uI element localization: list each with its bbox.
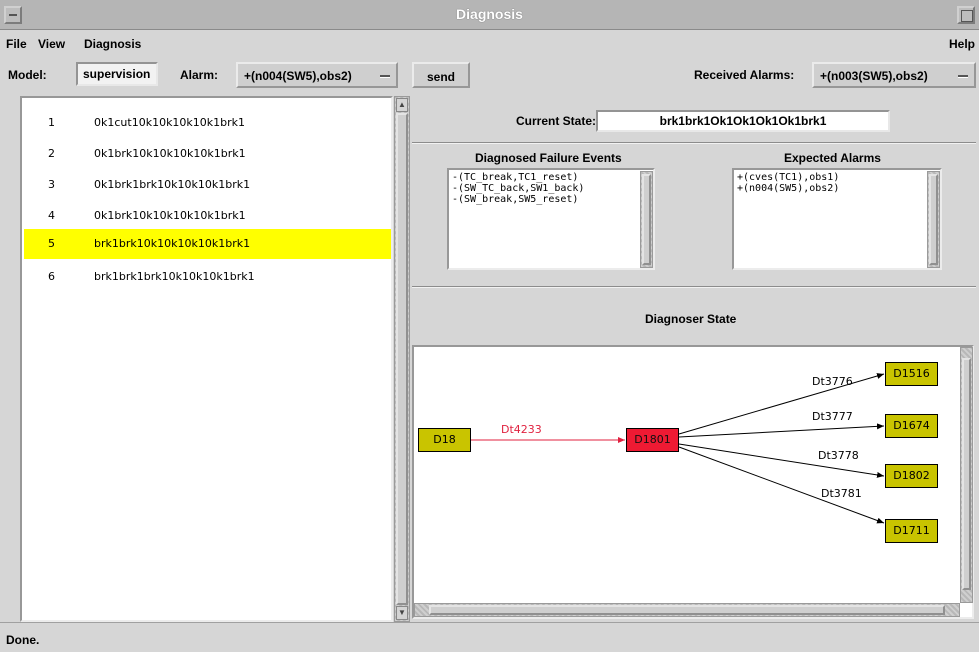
scrollbar-thumb[interactable] (642, 174, 651, 265)
state-list-scrollbar[interactable]: ▲ ▼ (394, 96, 410, 622)
model-label: Model: (8, 68, 47, 82)
dropdown-arrow-icon (380, 75, 390, 78)
received-alarms-dropdown[interactable]: +(n003(SW5),obs2) (812, 62, 976, 88)
expected-alarms-list[interactable]: +(cves(TC1),obs1) +(n004(SW5),obs2) (732, 168, 942, 270)
list-item[interactable]: +(n004(SW5),obs2) (737, 183, 937, 194)
failure-events-list[interactable]: -(TC_break,TC1_reset) -(SW_TC_back,SW1_b… (447, 168, 655, 270)
node-d18[interactable]: D18 (418, 428, 471, 452)
list-item-index: 4 (48, 209, 55, 222)
list-item[interactable]: 1 0k1cut10k10k10k10k1brk1 (24, 108, 391, 138)
node-d1802[interactable]: D1802 (885, 464, 938, 488)
list-item-text: 0k1cut10k10k10k10k1brk1 (94, 116, 246, 129)
failure-events-title: Diagnosed Failure Events (475, 151, 622, 165)
list-item-text: 0k1brk10k10k10k10k1brk1 (94, 209, 246, 222)
list-item[interactable]: +(cves(TC1),obs1) (737, 172, 937, 183)
window-title: Diagnosis (456, 6, 523, 22)
list-item-selected[interactable]: 5 brk1brk10k10k10k10k1brk1 (24, 229, 391, 259)
divider (412, 286, 976, 288)
list-item-text: 0k1brk1brk10k10k10k1brk1 (94, 178, 251, 191)
expected-alarms-title: Expected Alarms (784, 151, 881, 165)
scrollbar-thumb[interactable] (429, 605, 945, 615)
edge-label-dt3778: Dt3778 (818, 449, 859, 462)
edge-label-dt3776: Dt3776 (812, 375, 853, 388)
status-bar: Done. (0, 622, 979, 652)
alarm-value: +(n004(SW5),obs2) (244, 69, 352, 83)
node-d1711[interactable]: D1711 (885, 519, 938, 543)
list-item[interactable]: -(SW_break,SW5_reset) (452, 194, 650, 205)
alarm-label: Alarm: (180, 68, 219, 82)
state-list[interactable]: 1 0k1cut10k10k10k10k1brk1 2 0k1brk10k10k… (20, 96, 393, 622)
menu-file[interactable]: File (6, 37, 27, 51)
list-item[interactable]: -(TC_break,TC1_reset) (452, 172, 650, 183)
current-state-field[interactable]: brk1brk1Ok1Ok1Ok1Ok1brk1 (596, 110, 890, 132)
node-d1674[interactable]: D1674 (885, 414, 938, 438)
list-item-text: brk1brk10k10k10k10k1brk1 (94, 237, 251, 250)
list-item[interactable]: 4 0k1brk10k10k10k10k1brk1 (24, 201, 391, 231)
list-item-index: 3 (48, 178, 55, 191)
list-item-text: brk1brk1brk10k10k10k1brk1 (94, 270, 255, 283)
node-d1801[interactable]: D1801 (626, 428, 679, 452)
menu-bar: File View Diagnosis Help (0, 32, 979, 54)
list-item-index: 2 (48, 147, 55, 160)
current-state-label: Current State: (516, 114, 597, 128)
scrollbar-thumb[interactable] (929, 174, 938, 265)
menu-diagnosis[interactable]: Diagnosis (84, 37, 141, 51)
expected-alarms-scrollbar[interactable] (927, 171, 940, 268)
diagnoser-state-title: Diagnoser State (645, 312, 737, 326)
list-item-index: 6 (48, 270, 55, 283)
graph-horizontal-scrollbar[interactable] (414, 603, 960, 617)
toolbar: Model: supervision Alarm: +(n004(SW5),ob… (0, 56, 979, 94)
edge-label-dt4233: Dt4233 (501, 423, 542, 436)
menu-help[interactable]: Help (949, 37, 975, 51)
received-alarms-value: +(n003(SW5),obs2) (820, 69, 928, 83)
send-button[interactable]: send (412, 62, 470, 88)
divider (412, 142, 976, 144)
list-item-index: 1 (48, 116, 55, 129)
list-item[interactable]: 6 brk1brk1brk10k10k10k1brk1 (24, 262, 391, 292)
diagnoser-graph[interactable]: D18 D1801 D1516 D1674 D1802 D1711 Dt4233… (412, 345, 974, 619)
alarm-dropdown[interactable]: +(n004(SW5),obs2) (236, 62, 398, 88)
status-text: Done. (6, 633, 40, 647)
edge-label-dt3781: Dt3781 (821, 487, 862, 500)
received-alarms-label: Received Alarms: (694, 68, 795, 82)
failure-events-scrollbar[interactable] (640, 171, 653, 268)
maximize-icon[interactable] (957, 6, 975, 24)
title-bar: Diagnosis (0, 0, 979, 30)
scrollbar-thumb[interactable] (962, 358, 971, 590)
edge-label-dt3777: Dt3777 (812, 410, 853, 423)
scroll-down-icon[interactable]: ▼ (396, 606, 408, 620)
list-item-index: 5 (48, 237, 55, 250)
model-field[interactable]: supervision (76, 62, 158, 86)
dropdown-arrow-icon (958, 75, 968, 78)
edge-dt3776 (678, 373, 885, 435)
scrollbar-thumb[interactable] (396, 113, 408, 605)
menu-view[interactable]: View (38, 37, 65, 51)
list-item-text: 0k1brk10k10k10k10k1brk1 (94, 147, 246, 160)
edge-dt3777 (678, 423, 885, 438)
graph-vertical-scrollbar[interactable] (960, 347, 973, 603)
list-item[interactable]: 3 0k1brk1brk10k10k10k1brk1 (24, 170, 391, 200)
scroll-up-icon[interactable]: ▲ (396, 98, 408, 112)
list-item[interactable]: -(SW_TC_back,SW1_back) (452, 183, 650, 194)
list-item[interactable]: 2 0k1brk10k10k10k10k1brk1 (24, 139, 391, 169)
node-d1516[interactable]: D1516 (885, 362, 938, 386)
